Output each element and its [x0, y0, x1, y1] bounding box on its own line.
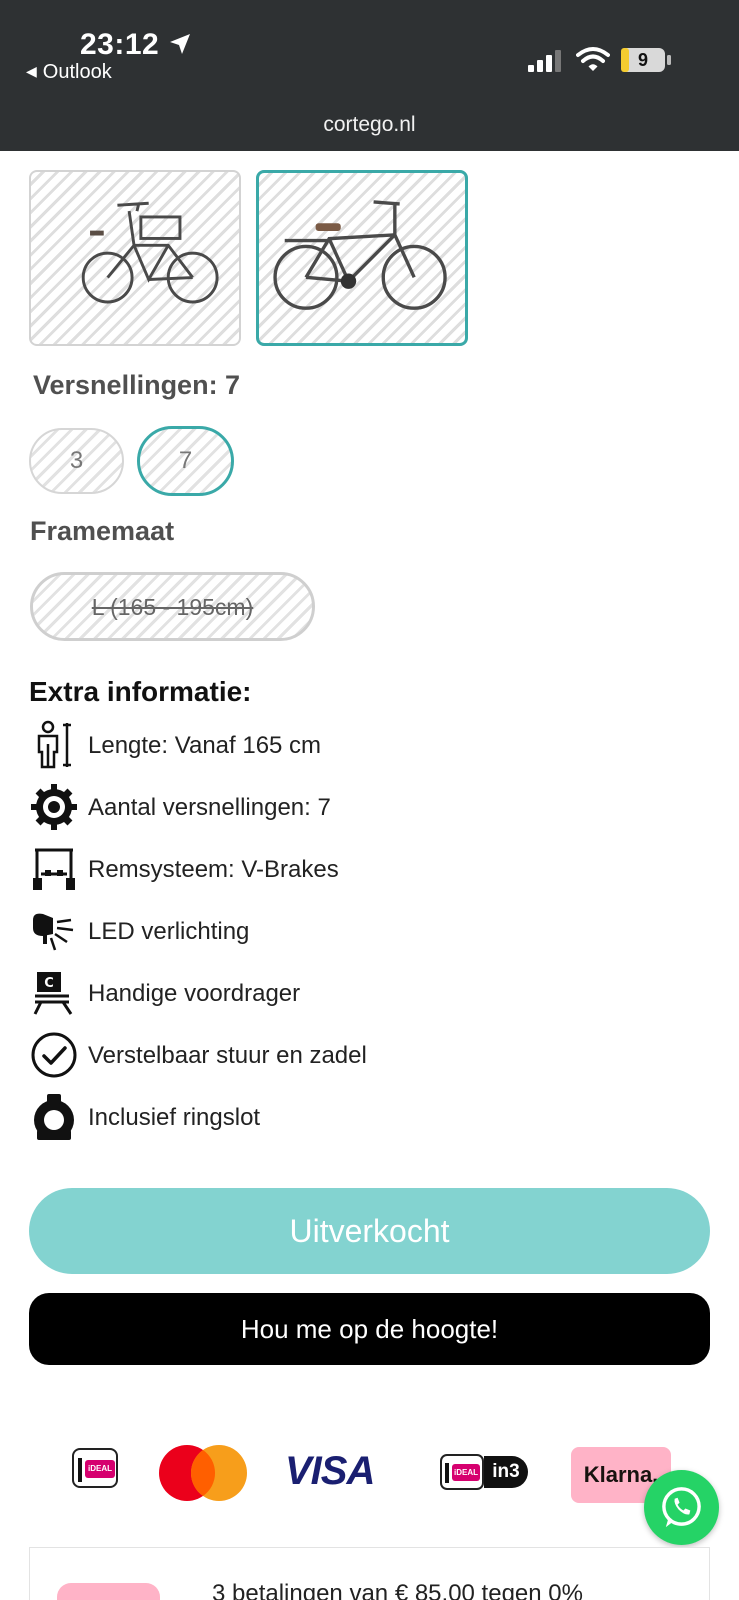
- gear-icon: [31, 784, 77, 830]
- feature-lock-text: Inclusief ringslot: [88, 1104, 261, 1131]
- notify-me-button[interactable]: Hou me op de hoogte!: [29, 1293, 710, 1365]
- men-bike-image: [273, 200, 447, 310]
- location-arrow-icon: [170, 34, 190, 54]
- extra-info-title: Extra informatie:: [29, 676, 252, 707]
- status-time: 23:12: [80, 28, 160, 61]
- gears-label: Versnellingen: 7: [33, 370, 241, 400]
- klarna-installment-text: 3 betalingen van € 85,00 tegen 0%: [212, 1580, 583, 1600]
- mastercard-logo: [159, 1445, 247, 1501]
- feature-gears: Aantal versnellingen: 7: [29, 782, 529, 832]
- lady-bike-image: [81, 201, 219, 304]
- visa-logo: VISA: [285, 1449, 375, 1493]
- url-bar[interactable]: cortego.nl: [0, 113, 739, 137]
- front-carrier-icon: C: [33, 972, 73, 1015]
- gear-option-7[interactable]: 7: [137, 426, 234, 496]
- browser-top-bar: 23:12 ◀ Outlook 9 cortego.nl: [0, 0, 739, 151]
- in3-ideal-text: iDEAL: [452, 1464, 480, 1481]
- feature-brakes-text: Remsysteem: V-Brakes: [88, 856, 339, 883]
- sold-out-button[interactable]: Uitverkocht: [29, 1188, 710, 1274]
- bike-light-icon: [33, 913, 74, 951]
- frame-option-l[interactable]: L (165 - 195cm): [30, 572, 315, 641]
- ideal-in3-logo: iDEAL in3: [440, 1454, 528, 1490]
- signal-icon: [528, 50, 561, 72]
- feature-led-text: LED verlichting: [88, 918, 250, 945]
- feature-adjustable-text: Verstelbaar stuur en zadel: [88, 1042, 367, 1069]
- feature-height-text: Lengte: Vanaf 165 cm: [88, 732, 322, 759]
- check-circle-icon: [31, 1032, 77, 1078]
- whatsapp-icon: [662, 1487, 701, 1528]
- brake-icon: [33, 848, 75, 890]
- in3-badge: in3: [484, 1456, 528, 1488]
- feature-gears-text: Aantal versnellingen: 7: [88, 794, 331, 821]
- back-app-label[interactable]: Outlook: [43, 61, 112, 83]
- back-to-app[interactable]: ◀ Outlook: [26, 61, 112, 84]
- klarna-installment-banner: 3 betalingen van € 85,00 tegen 0%: [29, 1547, 710, 1600]
- svg-text:C: C: [44, 976, 54, 991]
- ideal-logo-text: iDEAL: [85, 1460, 115, 1478]
- feature-carrier-text: Handige voordrager: [88, 980, 301, 1007]
- height-icon: [37, 720, 71, 769]
- whatsapp-button[interactable]: [644, 1470, 719, 1545]
- gear-option-3[interactable]: 3: [29, 428, 124, 494]
- variant-thumb-men-bike[interactable]: [256, 170, 468, 346]
- feature-led: LED verlichting: [29, 906, 529, 956]
- feature-carrier: C Handige voordrager: [29, 968, 529, 1018]
- klarna-badge: [57, 1583, 160, 1600]
- frame-size-label: Framemaat: [30, 516, 175, 546]
- battery-level: 9: [637, 50, 648, 70]
- ideal-logo: iDEAL: [72, 1448, 118, 1488]
- wifi-icon: [576, 47, 610, 71]
- feature-height: Lengte: Vanaf 165 cm: [29, 720, 529, 770]
- feature-lock: Inclusief ringslot: [29, 1092, 529, 1142]
- feature-adjustable: Verstelbaar stuur en zadel: [29, 1030, 529, 1080]
- battery-icon: 9: [620, 47, 672, 73]
- feature-brakes: Remsysteem: V-Brakes: [29, 844, 529, 894]
- variant-thumb-lady-bike[interactable]: [29, 170, 241, 346]
- ring-lock-icon: [34, 1094, 74, 1140]
